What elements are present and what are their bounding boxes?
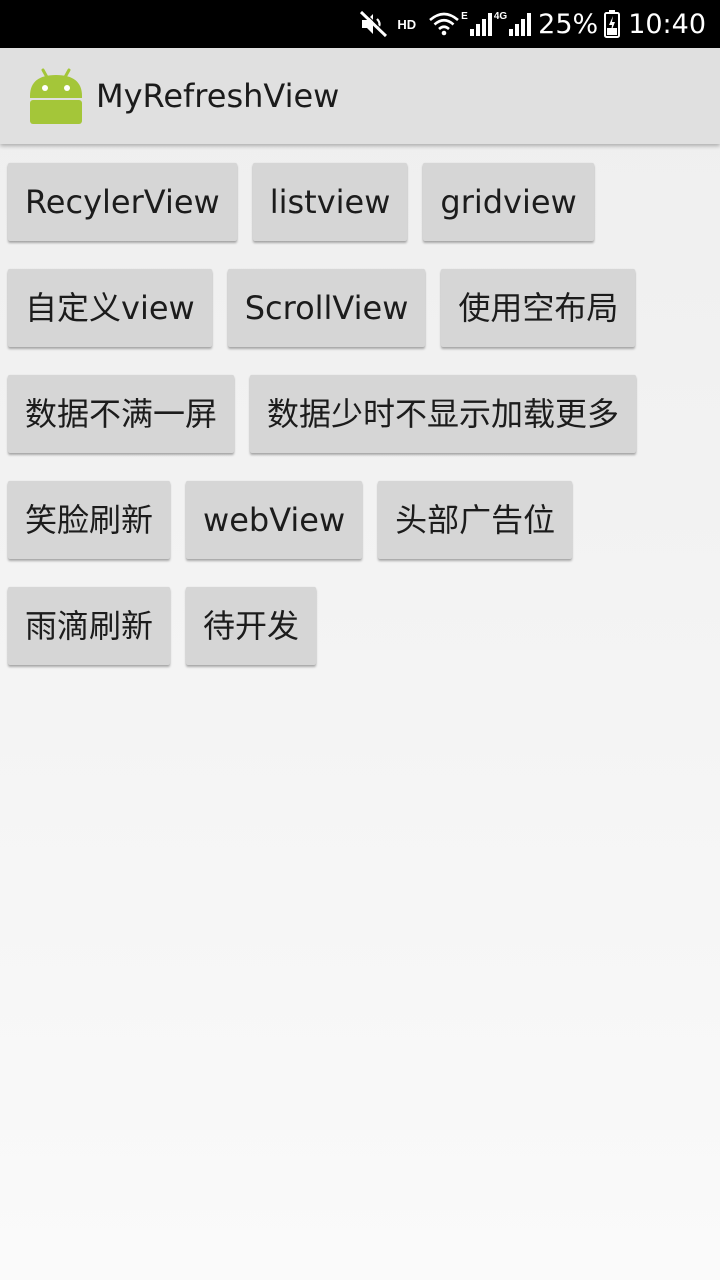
network-type-label: E: [461, 11, 468, 22]
mute-icon: [360, 10, 389, 38]
button-row-4: 笑脸刷新 webView 头部广告位: [8, 481, 588, 559]
button-row-5: 雨滴刷新 待开发: [8, 587, 332, 665]
network-type-label-2: 4G: [493, 11, 508, 22]
button-row-3: 数据不满一屏 数据少时不显示加载更多: [8, 375, 652, 453]
button-row-1: RecylerView listview gridview: [8, 163, 610, 241]
custom-view-button[interactable]: 自定义view: [8, 269, 212, 347]
smiley-refresh-button[interactable]: 笑脸刷新: [8, 481, 171, 559]
status-bar: HD E 4G 25% 10:40: [0, 0, 720, 48]
clock: 10:40: [628, 8, 706, 40]
to-be-developed-button[interactable]: 待开发: [186, 587, 317, 665]
scrollview-button[interactable]: ScrollView: [227, 269, 426, 347]
battery-icon: [604, 10, 621, 38]
android-logo-icon: [30, 68, 82, 124]
gridview-button[interactable]: gridview: [423, 163, 594, 241]
header-ad-button[interactable]: 头部广告位: [378, 481, 573, 559]
data-not-full-screen-button[interactable]: 数据不满一屏: [8, 375, 235, 453]
raindrop-refresh-button[interactable]: 雨滴刷新: [8, 587, 171, 665]
signal-icon-2: [509, 13, 532, 36]
empty-layout-button[interactable]: 使用空布局: [441, 269, 636, 347]
status-icons: HD E 4G 25% 10:40: [359, 0, 706, 48]
signal-icon: [469, 13, 492, 36]
app-bar: MyRefreshView: [0, 48, 720, 144]
hide-load-more-button[interactable]: 数据少时不显示加载更多: [250, 375, 637, 453]
app-title: MyRefreshView: [96, 77, 340, 115]
battery-percent: 25%: [538, 8, 599, 40]
recyclerview-button[interactable]: RecylerView: [8, 163, 237, 241]
hd-label: HD: [397, 16, 417, 32]
wifi-icon: [429, 12, 460, 36]
webview-button[interactable]: webView: [186, 481, 363, 559]
listview-button[interactable]: listview: [252, 163, 408, 241]
button-row-2: 自定义view ScrollView 使用空布局: [8, 269, 651, 347]
